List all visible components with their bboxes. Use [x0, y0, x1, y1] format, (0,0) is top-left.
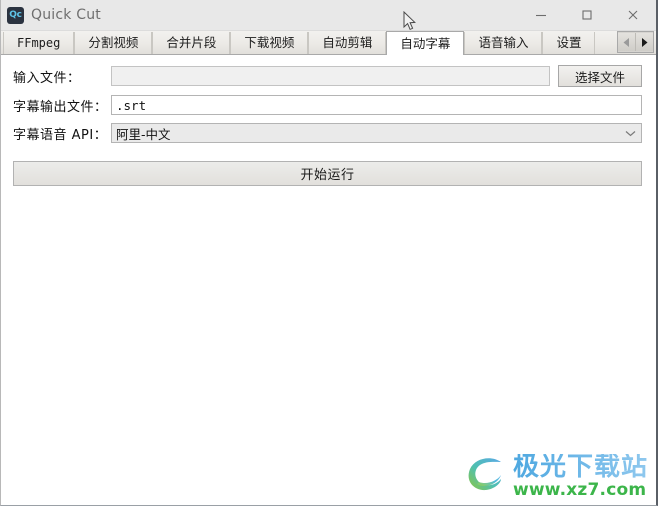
chevron-left-icon [623, 37, 629, 47]
tab-ffmpeg[interactable]: FFmpeg [3, 32, 75, 54]
tab-split-video[interactable]: 分割视频 [74, 32, 153, 54]
maximize-button[interactable] [564, 0, 610, 30]
watermark-title: 极光下载站 [512, 451, 648, 482]
auto-subtitle-form: 输入文件： 选择文件 字幕输出文件： 字幕语音 API： 阿里-中文 [1, 55, 656, 143]
chevron-down-icon [623, 130, 637, 137]
window-controls [518, 0, 656, 30]
start-run-button[interactable]: 开始运行 [13, 161, 642, 186]
chevron-right-icon [642, 37, 648, 47]
pick-file-button[interactable]: 选择文件 [558, 65, 642, 87]
subtitle-output-label: 字幕输出文件： [13, 99, 108, 115]
subtitle-api-row: 字幕语音 API： 阿里-中文 [13, 123, 642, 143]
tab-scroll-left-button[interactable] [618, 33, 635, 51]
input-file-row: 输入文件： 选择文件 [13, 65, 642, 87]
input-file-field[interactable] [111, 66, 550, 86]
subtitle-api-combobox[interactable]: 阿里-中文 [111, 123, 642, 143]
run-button-wrap: 开始运行 [1, 151, 656, 186]
watermark-text: 极光下载站 www.xz7.com [513, 454, 648, 499]
close-button[interactable] [610, 0, 656, 30]
tab-scroll-controls [617, 31, 654, 53]
tab-settings[interactable]: 设置 [542, 32, 596, 54]
app-window: Qc Quick Cut FFmpeg 分割视频 合并片段 下载视频 自动剪辑 … [0, 0, 658, 506]
minimize-icon [536, 14, 546, 17]
watermark-url: www.xz7.com [512, 479, 647, 500]
subtitle-api-value: 阿里-中文 [116, 126, 171, 142]
tab-strip: FFmpeg 分割视频 合并片段 下载视频 自动剪辑 自动字幕 语音输入 设置 [1, 31, 656, 55]
maximize-icon [582, 10, 592, 20]
tab-merge-clips[interactable]: 合并片段 [152, 32, 231, 54]
tab-voice-input[interactable]: 语音输入 [464, 32, 543, 54]
tab-auto-edit[interactable]: 自动剪辑 [308, 32, 387, 54]
minimize-button[interactable] [518, 0, 564, 30]
input-file-label: 输入文件： [13, 70, 81, 86]
subtitle-api-label: 字幕语音 API： [13, 127, 108, 143]
quickcut-app-icon: Qc [7, 6, 24, 24]
tab-download-video[interactable]: 下载视频 [230, 32, 309, 54]
subtitle-output-row: 字幕输出文件： [13, 95, 642, 115]
site-watermark: 极光下载站 www.xz7.com [465, 453, 648, 499]
close-icon [628, 10, 638, 20]
jiguang-swirl-logo [465, 453, 511, 499]
window-title: Quick Cut [31, 7, 101, 23]
tab-scroll-right-button[interactable] [635, 33, 653, 51]
title-bar: Qc Quick Cut [1, 0, 656, 31]
tab-auto-subtitle[interactable]: 自动字幕 [386, 31, 465, 55]
subtitle-output-field[interactable] [111, 95, 642, 115]
